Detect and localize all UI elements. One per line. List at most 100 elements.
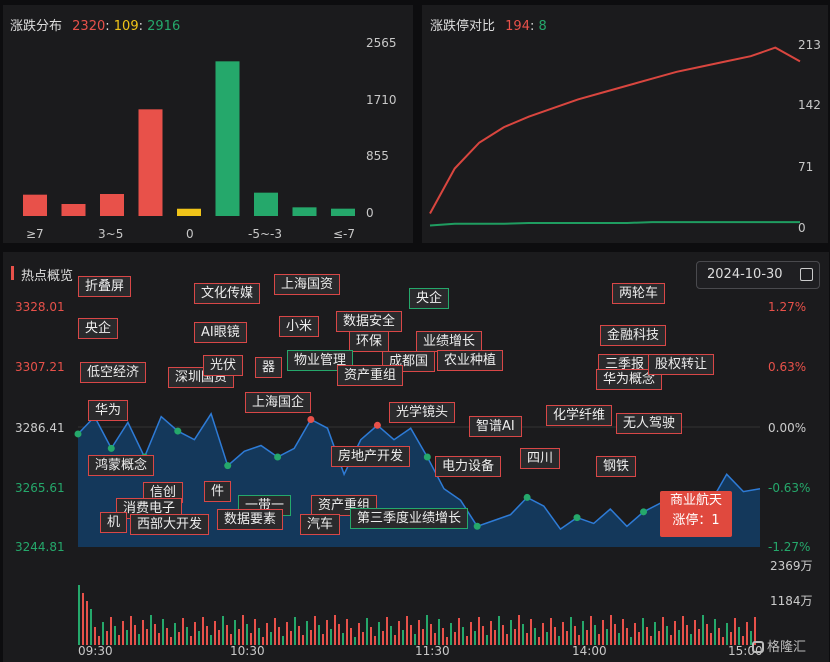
bubble-sub: 涨停：1: [672, 513, 720, 528]
volume-bar-132: [606, 629, 608, 645]
volume-bar-149: [674, 621, 676, 645]
volume-bar-163: [730, 632, 732, 645]
hot-tag-32[interactable]: 四川: [520, 448, 561, 469]
event-dot-6: [307, 416, 315, 424]
hot-tag-23[interactable]: 华为: [88, 400, 129, 421]
volume-bar-136: [622, 619, 624, 645]
volume-bar-11: [122, 621, 124, 645]
hot-tag-14[interactable]: 低空经济: [80, 362, 147, 383]
hot-tag-31[interactable]: 电力设备: [435, 456, 502, 477]
volume-bar-150: [678, 630, 680, 645]
volume-bar-16: [142, 620, 144, 645]
volume-bar-22: [166, 628, 168, 645]
hot-tag-1[interactable]: 文化传媒: [194, 283, 261, 304]
hot-tag-4[interactable]: 两轮车: [612, 283, 666, 304]
volume-bar-153: [690, 634, 692, 645]
volume-bar-50: [278, 627, 280, 645]
limit-up-bubble[interactable]: 商业航天 涨停：1: [660, 491, 732, 537]
volume-bar-87: [426, 615, 428, 645]
volume-bar-165: [738, 627, 740, 645]
volume-bar-8: [110, 617, 112, 645]
volume-bar-33: [210, 635, 212, 645]
hot-tag-13[interactable]: 农业种植: [437, 350, 504, 371]
volume-bar-146: [662, 617, 664, 645]
volume-bar-140: [638, 632, 640, 645]
volume-bar-61: [322, 634, 324, 645]
hot-tag-28[interactable]: 无人驾驶: [616, 413, 683, 434]
hot-tag-27[interactable]: 智谱AI: [469, 416, 522, 437]
volume-bar-164: [734, 618, 736, 645]
watermark-text: 格隆汇: [767, 640, 807, 655]
hot-tag-41[interactable]: 数据要素: [217, 509, 284, 530]
hot-tag-43[interactable]: 第三季度业绩增长: [350, 508, 469, 529]
volume-bar-7: [106, 631, 108, 645]
volume-bar-121: [562, 622, 564, 645]
volume-bar-45: [258, 628, 260, 645]
volume-bar-67: [346, 619, 348, 645]
hot-tag-9[interactable]: 金融科技: [600, 325, 667, 346]
volume-bar-71: [362, 632, 364, 645]
volume-bar-69: [354, 637, 356, 645]
hot-tag-35[interactable]: 件: [204, 481, 232, 502]
volume-bar-108: [510, 620, 512, 645]
hot-tag-7[interactable]: 数据安全: [336, 311, 403, 332]
volume-bar-37: [226, 625, 228, 645]
volume-bar-127: [586, 630, 588, 645]
volume-bar-13: [130, 616, 132, 645]
volume-bar-72: [366, 618, 368, 645]
hot-tag-33[interactable]: 钢铁: [596, 456, 637, 477]
volume-bar-143: [650, 636, 652, 645]
volume-bar-30: [198, 631, 200, 645]
volume-bar-35: [218, 630, 220, 645]
hot-tag-11[interactable]: 环保: [349, 331, 390, 352]
volume-bar-83: [410, 625, 412, 645]
hot-tag-30[interactable]: 房地产开发: [331, 446, 411, 467]
volume-bar-154: [694, 620, 696, 645]
hot-tag-16[interactable]: 光伏: [203, 355, 244, 376]
volume-bar-97: [466, 636, 468, 645]
volume-bar-125: [578, 635, 580, 645]
volume-bar-139: [634, 623, 636, 645]
volume-bar-89: [434, 633, 436, 645]
volume-bar-54: [294, 617, 296, 645]
hot-tag-18[interactable]: 资产重组: [337, 365, 404, 386]
event-dot-0: [74, 430, 82, 438]
hot-tag-40[interactable]: 西部大开发: [130, 514, 210, 535]
volume-bar-52: [286, 622, 288, 645]
volume-bar-23: [170, 637, 172, 645]
hot-tag-26[interactable]: 化学纤维: [546, 405, 613, 426]
volume-bar-102: [486, 635, 488, 645]
volume-bar-99: [474, 631, 476, 645]
volume-bar-105: [498, 616, 500, 645]
hot-tag-22[interactable]: 器: [255, 357, 283, 378]
volume-bar-62: [326, 620, 328, 645]
volume-bar-138: [630, 637, 632, 645]
hot-tag-24[interactable]: 上海国企: [245, 392, 312, 413]
volume-bar-110: [518, 615, 520, 645]
volume-bar-130: [598, 634, 600, 645]
hot-tag-3[interactable]: 央企: [409, 288, 450, 309]
volume-bar-60: [318, 625, 320, 645]
hot-tag-42[interactable]: 汽车: [300, 514, 341, 535]
volume-bar-66: [342, 633, 344, 645]
hot-tag-21[interactable]: 股权转让: [648, 354, 715, 375]
volume-bar-92: [446, 637, 448, 645]
volume-bar-148: [670, 635, 672, 645]
hot-tag-0[interactable]: 折叠屏: [78, 276, 132, 297]
volume-bar-142: [646, 627, 648, 645]
volume-bar-76: [382, 631, 384, 645]
volume-bar-81: [402, 630, 404, 645]
hot-tag-2[interactable]: 上海国资: [274, 274, 341, 295]
volume-bar-113: [530, 619, 532, 645]
hot-tag-39[interactable]: 机: [100, 512, 128, 533]
event-dot-1: [107, 444, 115, 452]
hot-tag-10[interactable]: AI眼镜: [194, 322, 247, 343]
event-dot-4: [224, 462, 232, 470]
hot-tag-25[interactable]: 光学镜头: [389, 402, 456, 423]
hot-tag-8[interactable]: 业绩增长: [416, 331, 483, 352]
volume-bar-159: [714, 619, 716, 645]
hot-tag-5[interactable]: 央企: [78, 318, 119, 339]
hot-tag-6[interactable]: 小米: [279, 316, 320, 337]
hot-tag-29[interactable]: 鸿蒙概念: [88, 455, 155, 476]
volume-bar-43: [250, 633, 252, 645]
